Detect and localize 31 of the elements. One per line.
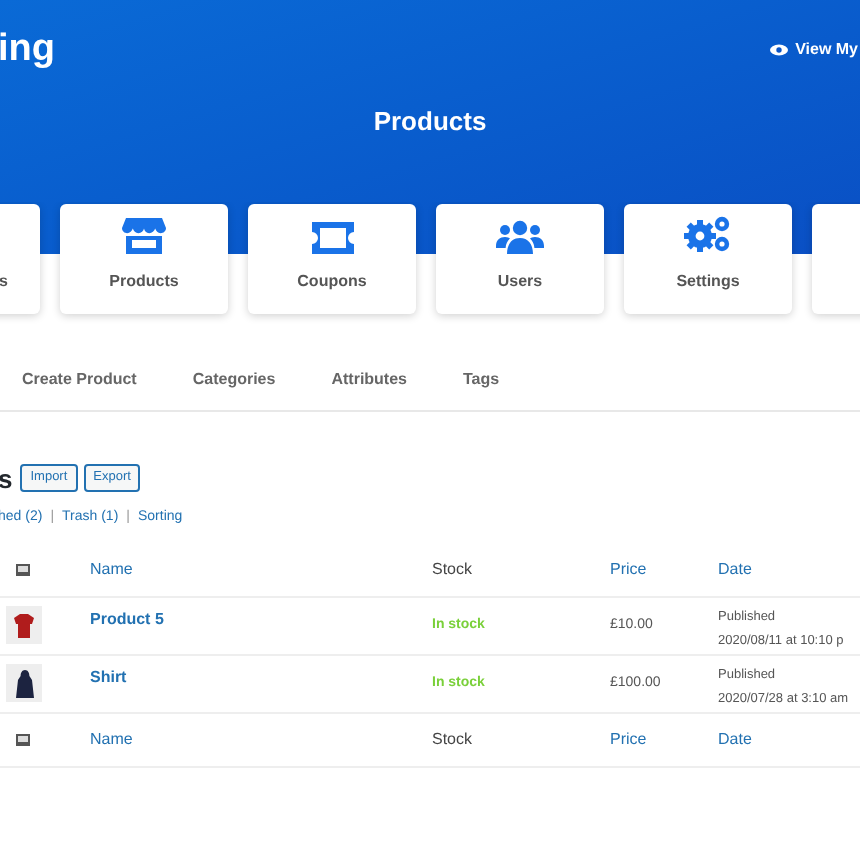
view-site-link[interactable]: View My [769, 38, 858, 62]
tab[interactable]: Attributes [331, 367, 407, 391]
nav-card[interactable]: Settings [624, 203, 792, 313]
nav-card[interactable]: Products [60, 203, 228, 313]
tab[interactable]: Tags [463, 367, 500, 391]
users-icon [496, 219, 544, 253]
column-header: Stock [432, 730, 473, 748]
tshirt-icon [14, 613, 34, 637]
nav-card[interactable]: s [0, 203, 40, 313]
column-header[interactable]: Name [90, 730, 133, 748]
eye-icon [769, 44, 788, 56]
column-header[interactable]: Date [718, 730, 752, 748]
gears-icon [684, 213, 732, 253]
column-header[interactable]: Price [610, 730, 647, 748]
product-name-link[interactable]: Shirt [90, 668, 127, 686]
page-title: Products [373, 104, 487, 140]
product-name-link[interactable]: Product 5 [90, 610, 164, 628]
column-header[interactable]: Name [90, 559, 133, 578]
brand-name: ing [0, 25, 55, 74]
image-column-icon [16, 734, 30, 746]
image-column-icon [16, 563, 30, 576]
hoodie-icon [15, 669, 33, 697]
ticket-icon [311, 221, 353, 253]
column-header[interactable]: Date [718, 559, 752, 578]
column-header: Stock [432, 559, 473, 578]
tab[interactable]: Categories [192, 367, 276, 391]
tab[interactable]: Create Product [22, 367, 137, 391]
column-header[interactable]: Price [610, 559, 647, 578]
nav-card[interactable]: Users [436, 203, 604, 313]
store-icon [122, 217, 166, 253]
nav-card[interactable]: Coupons [248, 203, 416, 313]
